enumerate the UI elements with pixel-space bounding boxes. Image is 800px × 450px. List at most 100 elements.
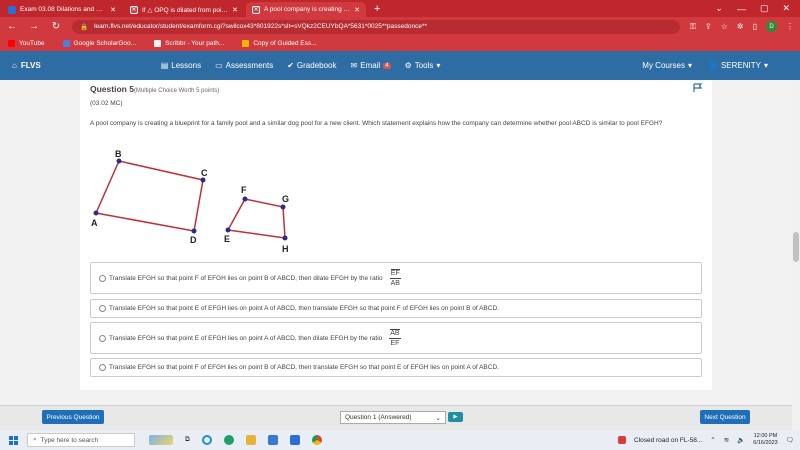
- taskbar-search-placeholder: Type here to search: [40, 436, 99, 444]
- nav-assessments[interactable]: ▭ Assessments: [215, 61, 273, 70]
- volume-icon[interactable]: 🔈: [737, 436, 745, 444]
- url-input[interactable]: 🔒 learn.flvs.net/educator/student/examfo…: [72, 19, 680, 34]
- radio-button[interactable]: [99, 274, 106, 282]
- caret-down-icon: ▾: [687, 61, 692, 70]
- taskbar-search[interactable]: ⌕ Type here to search: [27, 433, 135, 447]
- wifi-icon[interactable]: ≋: [724, 436, 729, 444]
- nav-email[interactable]: ✉ Email 4: [351, 61, 391, 70]
- nav-gradebook[interactable]: ✔ Gradebook: [287, 61, 336, 70]
- mail-icon[interactable]: [289, 435, 300, 445]
- bookmark-google-scholar[interactable]: Google ScholarGoo...: [62, 40, 136, 47]
- star-icon[interactable]: ☆: [721, 22, 728, 31]
- tab-title: A pool company is creating a blu...: [264, 6, 350, 13]
- sidebar-icon[interactable]: ▯: [753, 22, 757, 31]
- key-icon[interactable]: ⚿: [690, 22, 696, 32]
- menu-icon[interactable]: ⋮: [786, 22, 794, 31]
- option-text: Translate EFGH so that point F of EFGH l…: [109, 274, 383, 282]
- new-tab-button[interactable]: +: [366, 2, 388, 17]
- bookmark-guided-essay[interactable]: Copy of Guided Ess...: [242, 40, 317, 47]
- bookmark-scribbr[interactable]: Scribbr - Your path...: [154, 40, 224, 47]
- answer-option-1[interactable]: Translate EFGH so that point F of EFGH l…: [90, 262, 702, 294]
- forward-icon[interactable]: →: [28, 21, 40, 32]
- point-a: [93, 210, 99, 216]
- address-bar-row: ← → ↻ 🔒 learn.flvs.net/educator/student/…: [0, 17, 800, 36]
- back-icon[interactable]: ←: [6, 21, 18, 32]
- close-window-icon[interactable]: ✕: [782, 3, 790, 14]
- windows-taskbar: ⌕ Type here to search ⧉ Closed road on F…: [0, 430, 800, 450]
- answer-option-3[interactable]: Translate EFGH so that point E of EFGH l…: [90, 322, 702, 354]
- next-question-button[interactable]: Next Question: [700, 410, 750, 424]
- edge-icon[interactable]: [223, 435, 234, 445]
- question-heading: Question 5(Multiple Choice Worth 5 point…: [90, 84, 219, 94]
- store-icon[interactable]: [267, 435, 278, 445]
- nav-my-courses[interactable]: My Courses ▾: [642, 61, 692, 70]
- option-text: Translate EFGH so that point E of EFGH l…: [109, 334, 383, 342]
- extensions-icon[interactable]: ✲: [737, 22, 744, 31]
- browser-tab-strip: Exam 03.08 Dilations and Similar ✕ ✕ If …: [0, 0, 800, 17]
- chevron-up-icon[interactable]: ⌃: [710, 436, 715, 444]
- book-icon: ▤: [160, 61, 169, 70]
- scrollbar-thumb[interactable]: [793, 232, 799, 262]
- bookmarks-bar: YouTube Google ScholarGoo... Scribbr - Y…: [0, 36, 800, 51]
- label-g: G: [282, 194, 289, 204]
- fraction-numerator: AB: [389, 328, 401, 339]
- point-g: [280, 204, 286, 210]
- pool-efgh: [226, 198, 286, 239]
- task-view-icon[interactable]: ⧉: [185, 436, 190, 444]
- chrome-icon[interactable]: [311, 435, 322, 445]
- radio-button[interactable]: [99, 364, 106, 371]
- go-button[interactable]: ▶: [448, 412, 463, 422]
- cortana-icon[interactable]: [201, 435, 212, 445]
- file-explorer-icon[interactable]: [245, 435, 256, 445]
- youtube-icon: [8, 40, 15, 47]
- clock-date: 6/16/2023: [753, 440, 778, 446]
- minimize-icon[interactable]: —: [737, 4, 746, 14]
- browser-tab-3[interactable]: ✕ A pool company is creating a blu... ✕: [246, 2, 366, 17]
- question-select[interactable]: Question 1 (Answered) ⌄: [340, 411, 446, 424]
- point-c: [200, 177, 206, 183]
- notifications-icon[interactable]: 🗨: [786, 436, 794, 444]
- answer-option-4[interactable]: Translate EFGH so that point F of EFGH l…: [90, 358, 702, 377]
- flvs-icon: [8, 5, 16, 14]
- question-worth: (Multiple Choice Worth 5 points): [133, 88, 220, 94]
- nav-tools[interactable]: ⚙ Tools ▾: [405, 61, 441, 70]
- scholar-icon: [62, 40, 70, 47]
- pool-abcd: [94, 160, 204, 232]
- flvs-navbar: ⌂ FLVS ▤ Lessons ▭ Assessments ✔ Gradebook …: [0, 51, 800, 80]
- close-icon[interactable]: ✕: [354, 6, 360, 14]
- radio-button[interactable]: [99, 334, 106, 342]
- maximize-icon[interactable]: ▢: [760, 3, 769, 14]
- radio-button[interactable]: [99, 305, 106, 312]
- label-c: C: [201, 168, 208, 178]
- option-text: Translate EFGH so that point F of EFGH l…: [109, 364, 499, 371]
- windows-start-icon[interactable]: [9, 435, 18, 445]
- notification-text[interactable]: Closed road on FL-58...: [634, 437, 702, 444]
- fraction-denominator: EF: [390, 339, 400, 347]
- tab-title: If △ OPQ is dilated from point O...: [142, 6, 228, 14]
- pool-figure: A B C D E F G H: [91, 149, 289, 254]
- share-icon[interactable]: ⇪: [705, 22, 712, 31]
- bookmark-youtube[interactable]: YouTube: [8, 40, 45, 47]
- flag-icon[interactable]: [693, 83, 703, 93]
- flvs-brand[interactable]: ⌂ FLVS: [0, 61, 41, 70]
- browser-tab-1[interactable]: Exam 03.08 Dilations and Similar ✕: [2, 2, 122, 17]
- nav-lessons[interactable]: ▤ Lessons: [161, 61, 201, 70]
- lock-icon: 🔒: [80, 23, 89, 31]
- nav-user-menu[interactable]: 👤 SERENITY ▾: [708, 61, 768, 70]
- scribbr-icon: [154, 40, 162, 47]
- fraction-numerator: EF: [389, 268, 401, 279]
- label-e: E: [224, 234, 230, 244]
- chevron-down-icon[interactable]: ⌄: [715, 3, 723, 14]
- news-alert-icon: [617, 436, 626, 444]
- profile-avatar[interactable]: D: [766, 21, 777, 32]
- close-icon[interactable]: ✕: [232, 6, 238, 14]
- answer-option-2[interactable]: Translate EFGH so that point E of EFGH l…: [90, 299, 702, 318]
- close-icon[interactable]: ✕: [110, 6, 116, 14]
- taskbar-clock[interactable]: 12:00 PM 6/16/2023: [753, 433, 777, 447]
- browser-tab-2[interactable]: ✕ If △ OPQ is dilated from point O... ✕: [124, 2, 244, 17]
- previous-question-button[interactable]: Previous Question: [42, 410, 104, 424]
- caret-down-icon: ▾: [436, 61, 441, 70]
- weather-widget-icon[interactable]: [149, 435, 173, 445]
- point-e: [225, 227, 231, 233]
- reload-icon[interactable]: ↻: [50, 21, 62, 32]
